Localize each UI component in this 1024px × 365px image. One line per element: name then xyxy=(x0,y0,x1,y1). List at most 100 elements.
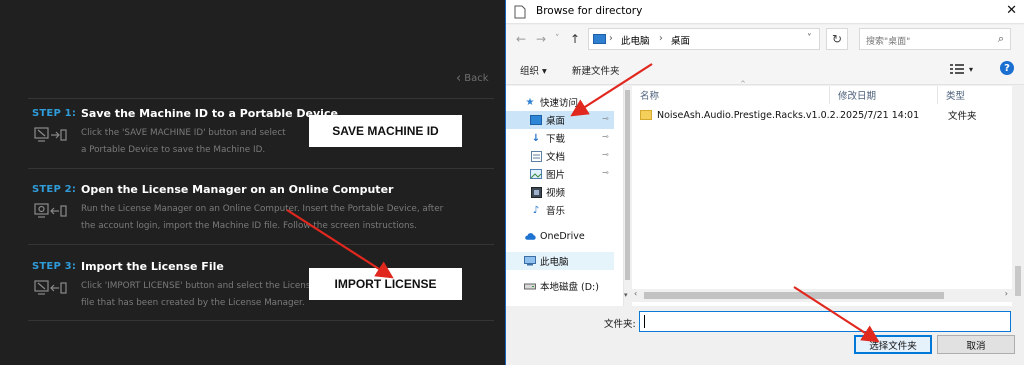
up-arrow-icon[interactable]: ↑ xyxy=(570,32,580,46)
nav-item-label: 此电脑 xyxy=(540,257,569,268)
nav-item-quick-access[interactable]: ★ 快速访问 xyxy=(506,93,614,111)
music-icon: ♪ xyxy=(532,204,540,216)
nav-item-label: 文档 xyxy=(546,152,566,163)
back-link[interactable]: ‹ Back xyxy=(456,72,489,85)
license-app-panel: ‹ Back STEP 1: Save the Machine ID to a … xyxy=(0,0,508,365)
search-box[interactable]: 搜索"桌面" ⌕ xyxy=(859,28,1011,50)
nav-item-pictures[interactable]: 图片 ⊸ xyxy=(506,165,614,183)
column-header-label: 类型 xyxy=(946,91,966,102)
folder-field[interactable] xyxy=(639,311,1011,332)
scroll-down-icon[interactable]: ▾ xyxy=(624,291,628,299)
import-license-button[interactable]: IMPORT LICENSE xyxy=(309,268,462,300)
step-2-label: STEP 2: xyxy=(32,184,77,195)
step-1-label: STEP 1: xyxy=(32,108,77,119)
computer-to-usb-icon xyxy=(34,127,67,142)
nav-item-music[interactable]: ♪ 音乐 xyxy=(506,201,614,219)
pin-icon: ⊸ xyxy=(602,150,609,159)
scrollbar-thumb[interactable] xyxy=(644,292,944,299)
divider xyxy=(28,168,494,169)
video-icon xyxy=(530,186,542,198)
navigation-pane: ★ 快速访问 桌面 ⊸ ↓ 下载 ⊸ 文档 ⊸ 图片 ⊸ 视频 ♪ 音乐 One… xyxy=(506,86,623,306)
step-1-title: Save the Machine ID to a Portable Device xyxy=(81,107,338,120)
picture-icon xyxy=(530,169,542,180)
table-row[interactable]: NoiseAsh.Audio.Prestige.Racks.v1.0.2... … xyxy=(640,106,1010,124)
computer-from-usb-icon xyxy=(34,203,67,218)
file-icon xyxy=(514,5,526,19)
scroll-left-icon[interactable]: ‹ xyxy=(634,289,637,298)
view-dropdown-icon[interactable]: ▾ xyxy=(969,65,973,74)
search-input[interactable]: 搜索"桌面" xyxy=(866,34,910,47)
organize-menu[interactable]: 组织 ▾ xyxy=(520,63,547,77)
step-3-title: Import the License File xyxy=(81,260,224,273)
text-caret xyxy=(644,315,645,328)
nav-item-this-pc[interactable]: 此电脑 xyxy=(506,252,614,270)
back-label: Back xyxy=(464,73,489,84)
refresh-icon[interactable]: ↻ xyxy=(826,28,848,50)
step-2: STEP 2: Open the License Manager on an O… xyxy=(32,183,502,244)
file-name: NoiseAsh.Audio.Prestige.Racks.v1.0.2... xyxy=(657,109,840,121)
nav-item-desktop[interactable]: 桌面 ⊸ xyxy=(506,111,614,129)
drive-icon xyxy=(524,281,536,292)
nav-item-local-disk-d[interactable]: 本地磁盘 (D:) xyxy=(506,277,614,295)
nav-item-label: 快速访问 xyxy=(540,98,579,109)
sort-up-icon: ^ xyxy=(740,80,746,88)
file-date: 2025/7/21 14:01 xyxy=(840,109,920,121)
navigation-scrollbar[interactable]: ▾ xyxy=(623,86,631,306)
view-options-icon[interactable] xyxy=(950,63,964,75)
nav-item-label: 视频 xyxy=(546,188,566,199)
desktop-icon xyxy=(530,115,542,126)
column-header-type[interactable]: 类型 xyxy=(938,86,1012,104)
step-2-title: Open the License Manager on an Online Co… xyxy=(81,183,394,196)
pc-icon xyxy=(593,34,606,44)
horizontal-scrollbar[interactable]: ‹ › xyxy=(632,289,1012,302)
breadcrumb-separator: › xyxy=(659,33,663,44)
help-icon[interactable]: ? xyxy=(1000,61,1014,75)
nav-item-label: 下载 xyxy=(546,134,566,145)
scrollbar-thumb[interactable] xyxy=(625,90,630,280)
column-header-date[interactable]: 修改日期 xyxy=(830,86,938,104)
step-2-description: Run the License Manager on an Online Com… xyxy=(81,204,444,231)
folder-icon xyxy=(640,110,652,120)
divider xyxy=(28,244,494,245)
step-3-description: Click 'IMPORT LICENSE' button and select… xyxy=(81,281,316,308)
column-header-name[interactable]: ^ 名称 xyxy=(632,80,830,104)
cloud-icon xyxy=(524,231,536,242)
search-icon: ⌕ xyxy=(997,32,1004,45)
cancel-button[interactable]: 取消 xyxy=(937,335,1015,354)
folder-field-label: 文件夹: xyxy=(604,319,636,330)
back-arrow-icon[interactable]: ← xyxy=(516,32,526,46)
nav-item-downloads[interactable]: ↓ 下载 ⊸ xyxy=(506,129,614,147)
address-bar-row: ← → ˅ ↑ › 此电脑 › 桌面 ˅ ↻ 搜索"桌面" ⌕ xyxy=(506,25,1024,55)
scrollbar-thumb[interactable] xyxy=(1015,266,1021,296)
forward-arrow-icon[interactable]: → xyxy=(536,32,546,46)
file-type: 文件夹 xyxy=(948,111,977,122)
close-icon[interactable]: ✕ xyxy=(1006,3,1017,18)
nav-item-label: 图片 xyxy=(546,170,566,181)
address-bar[interactable]: › 此电脑 › 桌面 ˅ xyxy=(588,28,820,50)
dialog-titlebar: Browse for directory ✕ xyxy=(506,0,1024,24)
scroll-right-icon[interactable]: › xyxy=(1005,289,1008,298)
breadcrumb-desktop[interactable]: 桌面 xyxy=(671,33,690,47)
breadcrumb-separator: › xyxy=(609,33,613,44)
column-header-label: 修改日期 xyxy=(838,91,877,102)
breadcrumb-this-pc[interactable]: 此电脑 xyxy=(621,33,650,47)
document-icon xyxy=(530,150,542,162)
star-icon: ★ xyxy=(525,96,535,108)
computer-from-usb-icon xyxy=(34,280,67,295)
recent-locations-dropdown-icon[interactable]: ˅ xyxy=(555,34,560,44)
nav-item-label: 桌面 xyxy=(546,116,566,127)
address-dropdown-icon[interactable]: ˅ xyxy=(807,33,812,44)
vertical-scrollbar[interactable] xyxy=(1012,86,1024,302)
divider xyxy=(28,98,494,99)
save-machine-id-button[interactable]: SAVE MACHINE ID xyxy=(309,115,462,147)
download-icon: ↓ xyxy=(531,132,541,144)
nav-item-label: 音乐 xyxy=(546,206,566,217)
divider xyxy=(28,320,494,321)
pin-icon: ⊸ xyxy=(602,114,609,123)
nav-item-onedrive[interactable]: OneDrive xyxy=(506,227,614,245)
select-folder-button[interactable]: 选择文件夹 xyxy=(854,335,932,354)
nav-item-documents[interactable]: 文档 ⊸ xyxy=(506,147,614,165)
file-list: ^ 名称 修改日期 类型 NoiseAsh.Audio.Prestige.Rac… xyxy=(632,80,1012,306)
new-folder-button[interactable]: 新建文件夹 xyxy=(572,63,620,77)
nav-item-videos[interactable]: 视频 xyxy=(506,183,614,201)
